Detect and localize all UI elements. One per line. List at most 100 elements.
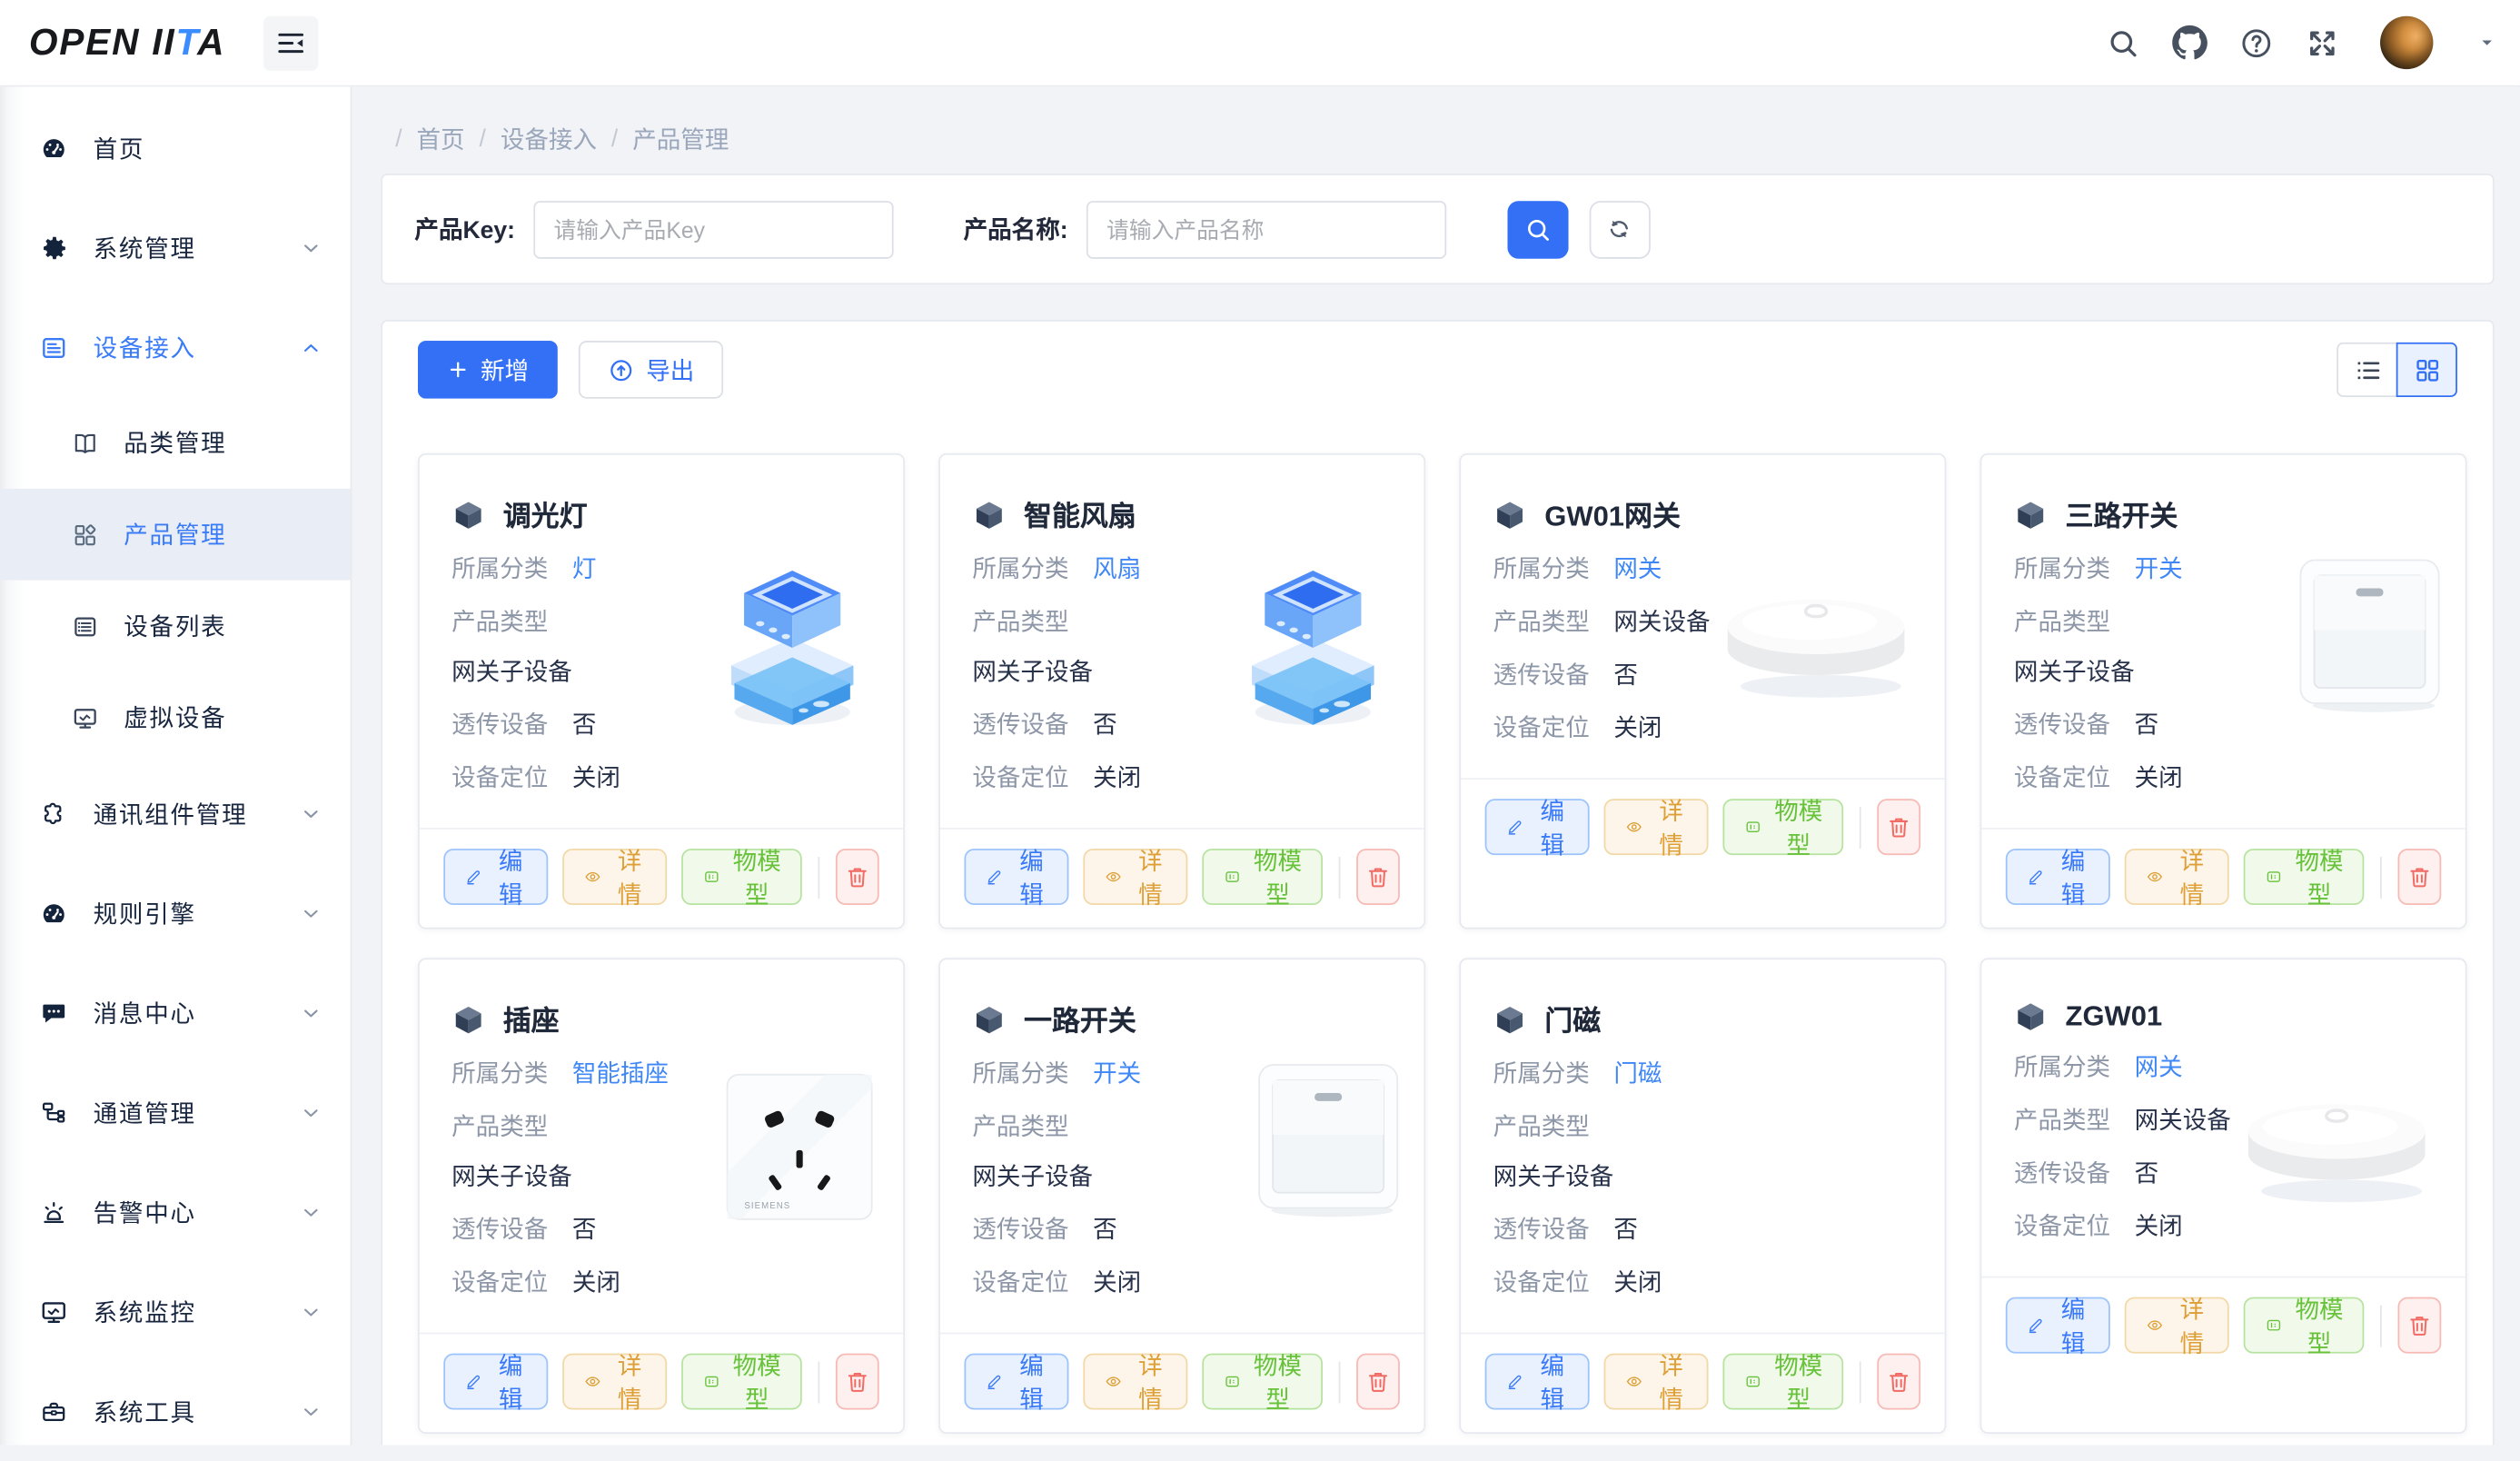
category-link[interactable]: 开关	[1093, 1058, 1141, 1093]
delete-button[interactable]	[1356, 849, 1400, 905]
product-name-input[interactable]	[1086, 200, 1445, 258]
eye-icon	[2146, 1312, 2164, 1339]
sidebar-item[interactable]: 规则引擎	[0, 863, 351, 963]
detail-button[interactable]: 详情	[562, 849, 667, 905]
sidebar-collapse-button[interactable]	[264, 15, 319, 70]
export-button-label: 导出	[646, 353, 694, 386]
edit-button[interactable]: 编辑	[965, 849, 1069, 905]
type-value: 网关子设备	[1493, 1160, 1913, 1196]
thing-model-button[interactable]: 物模型	[681, 1354, 802, 1410]
sidebar-item[interactable]: 设备接入	[0, 297, 351, 397]
divider	[1860, 1361, 1861, 1403]
delete-button[interactable]	[1356, 1354, 1400, 1410]
sidebar-item[interactable]: 产品管理	[0, 489, 351, 581]
sidebar-item[interactable]: 通讯组件管理	[0, 763, 351, 863]
thing-model-button[interactable]: 物模型	[2244, 849, 2365, 905]
category-link[interactable]: 风扇	[1093, 553, 1141, 589]
search-button[interactable]	[1507, 200, 1568, 258]
product-card-actions: 编辑 详情 物模型	[1982, 1277, 2466, 1377]
sidebar-item[interactable]: 品类管理	[0, 397, 351, 489]
help-icon[interactable]	[2238, 25, 2274, 60]
sidebar-item[interactable]: 虚拟设备	[0, 671, 351, 763]
detail-button[interactable]: 详情	[1604, 1354, 1709, 1410]
thing-model-button[interactable]: 物模型	[1723, 1354, 1844, 1410]
delete-button[interactable]	[1878, 1354, 1921, 1410]
grid-view-toggle[interactable]	[2396, 343, 2457, 397]
sidebar-item-label: 设备接入	[94, 331, 301, 364]
category-link[interactable]: 网关	[2135, 1051, 2183, 1087]
eye-icon	[1104, 863, 1122, 890]
detail-button[interactable]: 详情	[562, 1354, 667, 1410]
product-image-subdevice	[1215, 545, 1412, 738]
grid-view-icon	[2412, 354, 2443, 385]
thing-model-button[interactable]: 物模型	[2244, 1297, 2365, 1354]
sidebar-item-icon	[71, 703, 100, 732]
toolbar: 新增 导出	[418, 341, 2457, 399]
product-card: 三路开关 所属分类 开关 产品类型 网关子设备 透传设备	[1980, 453, 2467, 929]
thing-model-button[interactable]: 物模型	[1202, 1354, 1323, 1410]
delete-button[interactable]	[1878, 799, 1921, 855]
user-menu-caret-icon[interactable]	[2476, 32, 2497, 53]
reset-button[interactable]	[1589, 200, 1650, 258]
category-link[interactable]: 网关	[1613, 553, 1662, 589]
sidebar-item[interactable]: 通道管理	[0, 1062, 351, 1162]
breadcrumb-link[interactable]: 产品管理	[632, 122, 729, 155]
github-icon[interactable]	[2171, 25, 2208, 62]
breadcrumb-link[interactable]: 首页	[417, 122, 465, 155]
detail-button[interactable]: 详情	[1083, 849, 1187, 905]
sidebar-item[interactable]: 告警中心	[0, 1162, 351, 1262]
sidebar-item[interactable]: 系统监控	[0, 1262, 351, 1362]
model-icon	[1223, 863, 1242, 890]
sidebar-item[interactable]: 消息中心	[0, 963, 351, 1063]
trash-icon	[844, 1368, 871, 1396]
thing-model-button[interactable]: 物模型	[1202, 849, 1323, 905]
chevron-down-icon	[301, 1401, 322, 1422]
sidebar-item-label: 虚拟设备	[124, 701, 322, 734]
sidebar-item-icon	[38, 1396, 69, 1426]
sidebar-item[interactable]: 首页	[0, 98, 351, 198]
delete-button[interactable]	[836, 1354, 879, 1410]
divider	[2381, 856, 2382, 898]
breadcrumb-separator: /	[611, 125, 618, 153]
detail-button[interactable]: 详情	[1083, 1354, 1187, 1410]
sidebar-item-label: 规则引擎	[94, 896, 301, 929]
passthrough-value: 否	[2135, 1158, 2159, 1193]
avatar[interactable]	[2380, 16, 2433, 69]
sidebar-item[interactable]: 系统管理	[0, 198, 351, 298]
export-button[interactable]: 导出	[579, 341, 723, 399]
category-link[interactable]: 灯	[572, 553, 597, 589]
detail-button[interactable]: 详情	[1604, 799, 1709, 855]
edit-button[interactable]: 编辑	[443, 1354, 548, 1410]
product-key-input[interactable]	[532, 200, 892, 258]
thing-model-button[interactable]: 物模型	[681, 849, 802, 905]
product-card: 调光灯 所属分类 灯 产品类型 网关子设备 透传设备	[418, 453, 905, 929]
edit-button[interactable]: 编辑	[2006, 849, 2110, 905]
delete-button[interactable]	[836, 849, 879, 905]
edit-button[interactable]: 编辑	[2006, 1297, 2110, 1354]
edit-button[interactable]: 编辑	[1485, 1354, 1590, 1410]
search-icon[interactable]	[2106, 25, 2141, 60]
category-link[interactable]: 智能插座	[572, 1058, 669, 1093]
detail-button[interactable]: 详情	[2125, 849, 2229, 905]
add-button[interactable]: 新增	[418, 341, 558, 399]
breadcrumb-link[interactable]: 设备接入	[501, 122, 597, 155]
fullscreen-icon[interactable]	[2305, 25, 2340, 60]
delete-button[interactable]	[2398, 1297, 2442, 1354]
thing-model-button[interactable]: 物模型	[1723, 799, 1844, 855]
breadcrumb-separator: /	[480, 125, 486, 153]
passthrough-value: 否	[572, 1214, 597, 1249]
detail-button[interactable]: 详情	[2125, 1297, 2229, 1354]
product-image-brand: SIEMENS	[744, 1201, 790, 1211]
logo-accent: T	[175, 21, 197, 63]
edit-button[interactable]: 编辑	[965, 1354, 1069, 1410]
app-logo[interactable]: OPEN IITA	[29, 21, 225, 65]
category-link[interactable]: 门磁	[1613, 1058, 1662, 1093]
sidebar-item[interactable]: 系统工具	[0, 1361, 351, 1461]
edit-button[interactable]: 编辑	[1485, 799, 1590, 855]
category-link[interactable]: 开关	[2135, 553, 2183, 589]
list-view-toggle[interactable]	[2336, 343, 2397, 397]
edit-button[interactable]: 编辑	[443, 849, 548, 905]
sidebar-item[interactable]: 设备列表	[0, 581, 351, 672]
delete-button[interactable]	[2398, 849, 2442, 905]
type-row: 产品类型 网关子设备	[1493, 1110, 1913, 1196]
